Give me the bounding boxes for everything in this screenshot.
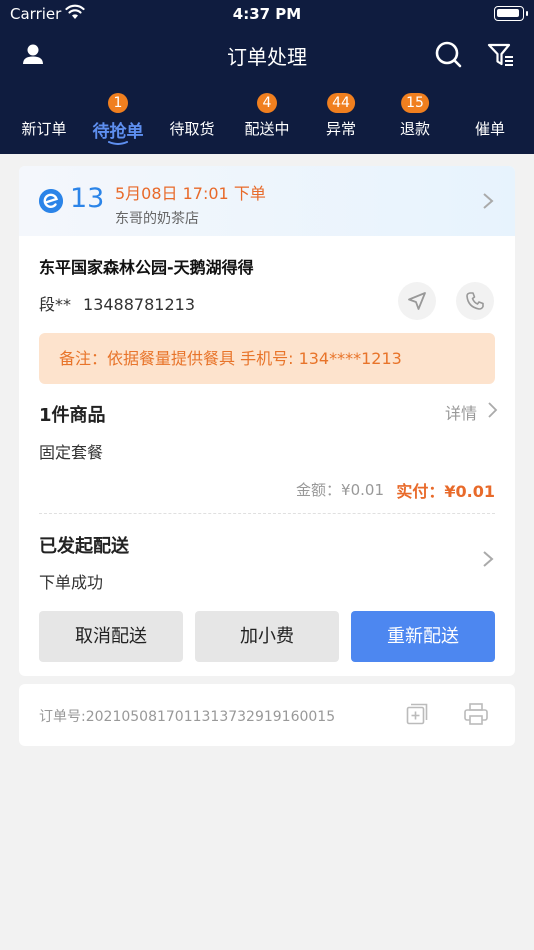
divider [39, 513, 495, 514]
customer-phone: 13488781213 [83, 295, 195, 314]
order-amount: 金额：¥0.01 [296, 481, 384, 499]
battery-icon [494, 6, 528, 21]
add-tip-button[interactable]: 加小费 [195, 611, 339, 662]
copy-icon[interactable] [405, 702, 429, 726]
cancel-delivery-button[interactable]: 取消配送 [39, 611, 183, 662]
shop-name: 东哥的奶茶店 [115, 211, 199, 227]
navigate-button[interactable] [398, 282, 436, 320]
tab-label: 配送中 [244, 120, 290, 138]
chevron-right-icon[interactable] [481, 549, 495, 569]
tab-label: 待抢单 [92, 122, 144, 142]
tab-pending-pickup[interactable]: 待取货 [155, 92, 229, 154]
tab-label: 催单 [474, 120, 505, 138]
navigation-arrow-icon [408, 292, 426, 310]
tab-new-orders[interactable]: 新订单 [7, 92, 81, 154]
chevron-right-icon [488, 402, 498, 418]
call-button[interactable] [456, 282, 494, 320]
goods-count: 1件商品 [39, 405, 106, 426]
filter-icon[interactable] [484, 38, 518, 72]
tab-badge: 4 [257, 93, 277, 113]
customer-name: 段** [39, 295, 72, 314]
tab-label: 异常 [325, 120, 356, 138]
tab-delivering[interactable]: 4 配送中 [230, 92, 304, 154]
paid-amount: 实付：¥0.01 [396, 482, 495, 501]
order-number: 13 [70, 183, 105, 214]
tab-label: 新订单 [21, 120, 67, 138]
delivery-title: 已发起配送 [39, 536, 129, 557]
order-remark: 备注：依据餐量提供餐具 手机号: 134****1213 [39, 333, 495, 384]
order-id: 订单号:2021050817011313732919160015 [39, 709, 336, 725]
phone-icon [466, 292, 484, 310]
tab-exceptions[interactable]: 44 异常 [304, 92, 378, 154]
tab-reminders[interactable]: 催单 [453, 92, 527, 154]
tab-refunds[interactable]: 15 退款 [378, 92, 452, 154]
redeliver-button[interactable]: 重新配送 [351, 611, 495, 662]
eleme-logo-icon [39, 189, 63, 213]
active-tab-indicator [108, 141, 128, 145]
order-card: 13 5月08日 17:01 下单 东哥的奶茶店 东平国家森林公园-天鹅湖得得 … [19, 166, 515, 676]
tab-badge: 1 [108, 93, 128, 113]
delivery-address: 东平国家森林公园-天鹅湖得得 [39, 258, 254, 277]
tab-badge: 44 [327, 93, 355, 113]
top-bar: Carrier 4:37 PM 订单处理 新订单 1 待抢单 待取货 4 配送中… [0, 0, 534, 154]
details-link[interactable]: 详情 [445, 400, 477, 424]
chevron-right-icon [483, 193, 494, 209]
tab-label: 退款 [399, 120, 430, 138]
tab-badge: 15 [401, 93, 429, 113]
order-card-header[interactable]: 13 5月08日 17:01 下单 东哥的奶茶店 [19, 166, 515, 236]
order-tabs: 新订单 1 待抢单 待取货 4 配送中 44 异常 15 退款 催单 [0, 92, 534, 154]
delivery-status: 下单成功 [39, 573, 104, 592]
clock: 4:37 PM [232, 5, 302, 23]
order-time: 5月08日 17:01 下单 [115, 184, 266, 203]
status-bar: Carrier 4:37 PM [0, 0, 534, 28]
tab-pending-grab[interactable]: 1 待抢单 [81, 92, 155, 154]
customer-info: 段** 13488781213 [39, 291, 195, 315]
search-icon[interactable] [432, 38, 466, 72]
tab-label: 待取货 [169, 120, 215, 138]
order-footer: 订单号:2021050817011313732919160015 [19, 684, 515, 746]
print-icon[interactable] [463, 702, 489, 726]
goods-item: 固定套餐 [39, 443, 104, 462]
